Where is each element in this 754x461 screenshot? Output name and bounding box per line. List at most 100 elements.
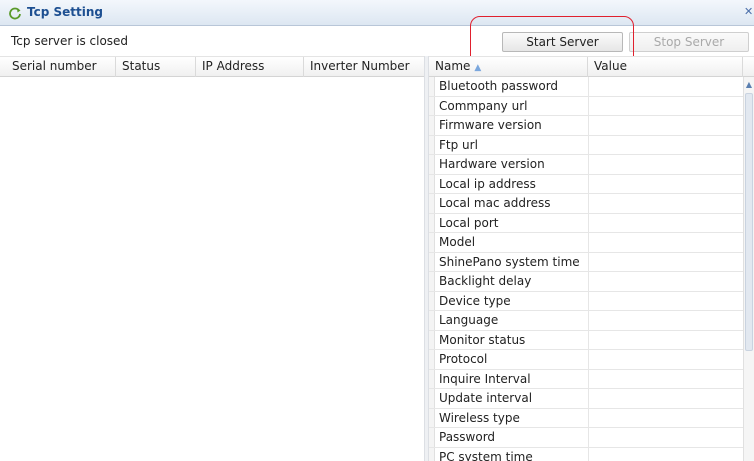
column-value[interactable]: Value: [588, 57, 743, 77]
row-indicator: [429, 291, 435, 310]
row-indicator: [429, 428, 435, 447]
settings-row[interactable]: Device type: [429, 291, 743, 311]
column-inverter-number[interactable]: Inverter Number: [304, 57, 424, 77]
row-indicator: [429, 155, 435, 174]
vertical-scrollbar[interactable]: ▲: [743, 77, 754, 461]
settings-row[interactable]: Wireless type: [429, 408, 743, 428]
settings-row[interactable]: Password: [429, 428, 743, 448]
row-indicator: [429, 116, 435, 135]
row-indicator: [429, 96, 435, 115]
setting-name: Model: [439, 235, 476, 249]
settings-row[interactable]: Update interval: [429, 389, 743, 409]
settings-row[interactable]: Backlight delay: [429, 272, 743, 292]
column-ip-address[interactable]: IP Address: [196, 57, 304, 77]
settings-table-body: Bluetooth password Commpany url Firmware v…: [429, 77, 743, 461]
setting-value[interactable]: [588, 330, 743, 349]
setting-value[interactable]: [588, 135, 743, 154]
column-serial-number[interactable]: Serial number: [6, 57, 116, 77]
setting-value[interactable]: [588, 447, 743, 461]
setting-value[interactable]: [588, 311, 743, 330]
settings-row[interactable]: Hardware version: [429, 155, 743, 175]
row-indicator: [429, 330, 435, 349]
settings-row[interactable]: Protocol: [429, 350, 743, 370]
setting-value[interactable]: [588, 291, 743, 310]
row-indicator: [429, 447, 435, 461]
setting-value[interactable]: [588, 174, 743, 193]
setting-value[interactable]: [588, 369, 743, 388]
row-indicator: [429, 350, 435, 369]
settings-row[interactable]: Language: [429, 311, 743, 331]
setting-name: ShinePano system time: [439, 254, 580, 269]
row-indicator: [429, 272, 435, 291]
setting-value[interactable]: [588, 252, 743, 271]
setting-value[interactable]: [588, 96, 743, 115]
setting-name: Bluetooth password: [439, 79, 559, 93]
row-indicator: [429, 174, 435, 193]
setting-name: Password: [439, 430, 496, 444]
server-status-text: Tcp server is closed: [11, 34, 129, 48]
row-indicator: [429, 194, 435, 213]
start-server-button[interactable]: Start Server: [502, 32, 623, 52]
settings-row[interactable]: Bluetooth password: [429, 77, 743, 97]
setting-value[interactable]: [588, 408, 743, 427]
column-status[interactable]: Status: [116, 57, 196, 77]
setting-value[interactable]: [588, 213, 743, 232]
settings-row[interactable]: Model: [429, 233, 743, 253]
inverter-table-header: Serial number Status IP Address Inverter…: [0, 56, 424, 77]
settings-row[interactable]: Inquire Interval: [429, 369, 743, 389]
setting-name: Wireless type: [439, 410, 520, 425]
close-icon[interactable]: ✕: [744, 5, 754, 19]
window-title: Tcp Setting: [27, 5, 103, 19]
row-indicator: [429, 311, 435, 330]
settings-row[interactable]: Commpany url: [429, 96, 743, 116]
settings-table-header: Name ▲ Value: [429, 56, 754, 77]
scroll-up-icon[interactable]: ▲: [744, 79, 754, 91]
setting-value[interactable]: [588, 233, 743, 252]
column-name[interactable]: Name ▲: [429, 57, 588, 77]
row-indicator: [429, 408, 435, 427]
setting-name: PC system time: [439, 449, 533, 461]
column-name-label: Name: [435, 59, 471, 73]
setting-value[interactable]: [588, 350, 743, 369]
inverter-table-body[interactable]: [0, 77, 424, 461]
setting-name: Local port: [439, 215, 499, 230]
row-indicator: [429, 233, 435, 252]
row-indicator: [429, 135, 435, 154]
stop-server-button[interactable]: Stop Server: [629, 32, 749, 52]
setting-value[interactable]: [588, 389, 743, 408]
setting-value[interactable]: [588, 428, 743, 447]
setting-value[interactable]: [588, 77, 743, 96]
setting-name: Device type: [439, 293, 511, 308]
setting-name: Inquire Interval: [439, 371, 531, 386]
setting-name: Monitor status: [439, 332, 526, 347]
sort-ascending-icon: ▲: [474, 63, 482, 73]
setting-value[interactable]: [588, 272, 743, 291]
setting-value[interactable]: [588, 194, 743, 213]
settings-row[interactable]: Local ip address: [429, 174, 743, 194]
settings-row[interactable]: PC system time: [429, 447, 743, 461]
row-indicator: [429, 77, 435, 96]
setting-name: Local ip address: [439, 176, 536, 191]
row-indicator: [429, 389, 435, 408]
setting-name: Ftp url: [439, 137, 478, 152]
setting-name: Commpany url: [439, 98, 528, 113]
setting-name: Firmware version: [439, 118, 542, 132]
settings-row[interactable]: Local port: [429, 213, 743, 233]
setting-name: Update interval: [439, 391, 533, 405]
settings-row[interactable]: ShinePano system time: [429, 252, 743, 272]
setting-value[interactable]: [588, 116, 743, 135]
settings-row[interactable]: Monitor status: [429, 330, 743, 350]
settings-row[interactable]: Ftp url: [429, 135, 743, 155]
row-indicator: [429, 213, 435, 232]
refresh-icon: [9, 7, 21, 20]
setting-name: Local mac address: [439, 196, 551, 210]
settings-row[interactable]: Firmware version: [429, 116, 743, 136]
settings-row[interactable]: Local mac address: [429, 194, 743, 214]
setting-value[interactable]: [588, 155, 743, 174]
title-bar: Tcp Setting ✕: [0, 0, 754, 26]
setting-name: Hardware version: [439, 157, 545, 171]
scrollbar-thumb[interactable]: [745, 93, 753, 351]
setting-name: Protocol: [439, 352, 488, 366]
row-indicator: [429, 252, 435, 271]
setting-name: Language: [439, 313, 499, 327]
